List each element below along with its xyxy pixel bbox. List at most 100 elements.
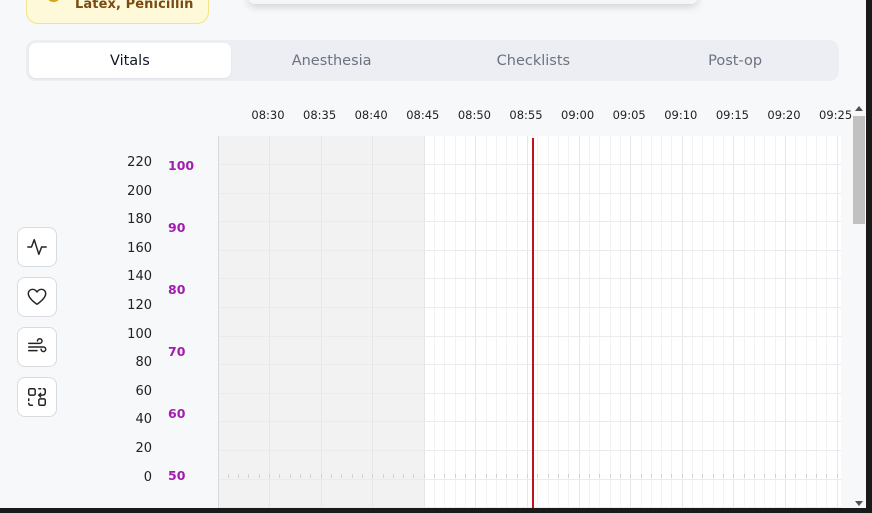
grid-hline bbox=[219, 479, 841, 480]
vertical-scrollbar[interactable] bbox=[852, 106, 866, 508]
axis-tick bbox=[826, 474, 827, 478]
axis-tick bbox=[362, 474, 363, 478]
grid-vline bbox=[383, 136, 384, 508]
vitals-chart-grid[interactable] bbox=[218, 136, 841, 508]
grid-vline bbox=[826, 136, 827, 508]
grid-vline bbox=[321, 136, 322, 508]
time-label: 09:15 bbox=[715, 108, 749, 122]
time-label: 08:55 bbox=[509, 108, 543, 122]
axis-tick bbox=[599, 474, 600, 478]
scan-swap-button[interactable] bbox=[17, 377, 57, 417]
tab-vitals[interactable]: Vitals bbox=[29, 43, 231, 78]
y-left-label: 120 bbox=[127, 298, 152, 313]
scrollbar-thumb[interactable] bbox=[853, 116, 865, 224]
axis-tick bbox=[321, 474, 322, 478]
grid-vline bbox=[434, 136, 435, 508]
y-left-label: 0 bbox=[143, 470, 152, 485]
axis-tick bbox=[444, 474, 445, 478]
scroll-up-arrow-icon[interactable] bbox=[855, 106, 863, 111]
y-left-label: 220 bbox=[127, 155, 152, 170]
current-time-line bbox=[532, 138, 534, 508]
axis-tick bbox=[744, 474, 745, 478]
axis-tick bbox=[775, 474, 776, 478]
grid-hline bbox=[219, 250, 841, 251]
y-left-label: 200 bbox=[127, 184, 152, 199]
grid-vline bbox=[589, 136, 590, 508]
y-left-label: 20 bbox=[135, 441, 152, 456]
scan-swap-icon bbox=[28, 388, 46, 406]
grid-hline bbox=[219, 221, 841, 222]
y-left-label: 60 bbox=[135, 384, 152, 399]
tab-post-op[interactable]: Post-op bbox=[634, 43, 836, 78]
axis-tick bbox=[517, 474, 518, 478]
axis-tick bbox=[630, 474, 631, 478]
time-label: 09:05 bbox=[612, 108, 646, 122]
time-label: 08:40 bbox=[354, 108, 388, 122]
axis-tick bbox=[579, 474, 580, 478]
y-right-label: 60 bbox=[168, 406, 186, 421]
grid-vline bbox=[837, 136, 838, 508]
y-left-label: 180 bbox=[127, 212, 152, 227]
axis-tick bbox=[661, 474, 662, 478]
window-edge-bottom bbox=[0, 508, 872, 513]
tab-checklists[interactable]: Checklists bbox=[433, 43, 635, 78]
tab-anesthesia[interactable]: Anesthesia bbox=[231, 43, 433, 78]
y-right-label: 50 bbox=[168, 468, 186, 483]
axis-tick bbox=[300, 474, 301, 478]
axis-tick bbox=[496, 474, 497, 478]
grid-hline bbox=[219, 307, 841, 308]
time-axis: 08:30 08:35 08:40 08:45 08:50 08:55 09:00 09:05… bbox=[0, 108, 852, 124]
grid-vline bbox=[506, 136, 507, 508]
y-right-label: 100 bbox=[168, 158, 195, 173]
grid-vline bbox=[331, 136, 332, 508]
grid-vline bbox=[413, 136, 414, 508]
axis-tick bbox=[434, 474, 435, 478]
grid-vline bbox=[682, 136, 683, 508]
grid-vline bbox=[713, 136, 714, 508]
grid-vline bbox=[610, 136, 611, 508]
grid-vline bbox=[558, 136, 559, 508]
axis-tick bbox=[589, 474, 590, 478]
grid-vline bbox=[733, 136, 734, 508]
grid-vline bbox=[671, 136, 672, 508]
axis-tick bbox=[620, 474, 621, 478]
axis-tick bbox=[806, 474, 807, 478]
past-time-shade bbox=[219, 136, 425, 508]
axis-tick bbox=[372, 474, 373, 478]
grid-vline bbox=[744, 136, 745, 508]
axis-tick bbox=[558, 474, 559, 478]
time-label: 08:35 bbox=[303, 108, 337, 122]
time-label: 08:50 bbox=[457, 108, 491, 122]
axis-tick bbox=[475, 474, 476, 478]
grid-vline bbox=[248, 136, 249, 508]
heart-rate-button[interactable] bbox=[17, 277, 57, 317]
grid-vline bbox=[527, 136, 528, 508]
time-label: 09:00 bbox=[561, 108, 595, 122]
grid-vline bbox=[702, 136, 703, 508]
grid-vline bbox=[599, 136, 600, 508]
axis-tick bbox=[455, 474, 456, 478]
y-left-label: 140 bbox=[127, 269, 152, 284]
heart-icon bbox=[27, 288, 47, 306]
grid-vline bbox=[290, 136, 291, 508]
axis-tick bbox=[795, 474, 796, 478]
respiration-button[interactable] bbox=[17, 327, 57, 367]
grid-vline bbox=[651, 136, 652, 508]
grid-vline bbox=[228, 136, 229, 508]
scroll-down-arrow-icon[interactable] bbox=[855, 501, 863, 506]
axis-tick bbox=[713, 474, 714, 478]
grid-hline bbox=[219, 393, 841, 394]
grid-vline bbox=[238, 136, 239, 508]
axis-tick bbox=[671, 474, 672, 478]
axis-tick bbox=[259, 474, 260, 478]
axis-tick bbox=[424, 474, 425, 478]
axis-tick bbox=[641, 474, 642, 478]
axis-tick bbox=[238, 474, 239, 478]
grid-vline bbox=[661, 136, 662, 508]
axis-tick bbox=[682, 474, 683, 478]
axis-tick bbox=[352, 474, 353, 478]
axis-tick bbox=[486, 474, 487, 478]
vitals-tool-button[interactable] bbox=[17, 227, 57, 267]
axis-tick bbox=[816, 474, 817, 478]
grid-vline bbox=[352, 136, 353, 508]
